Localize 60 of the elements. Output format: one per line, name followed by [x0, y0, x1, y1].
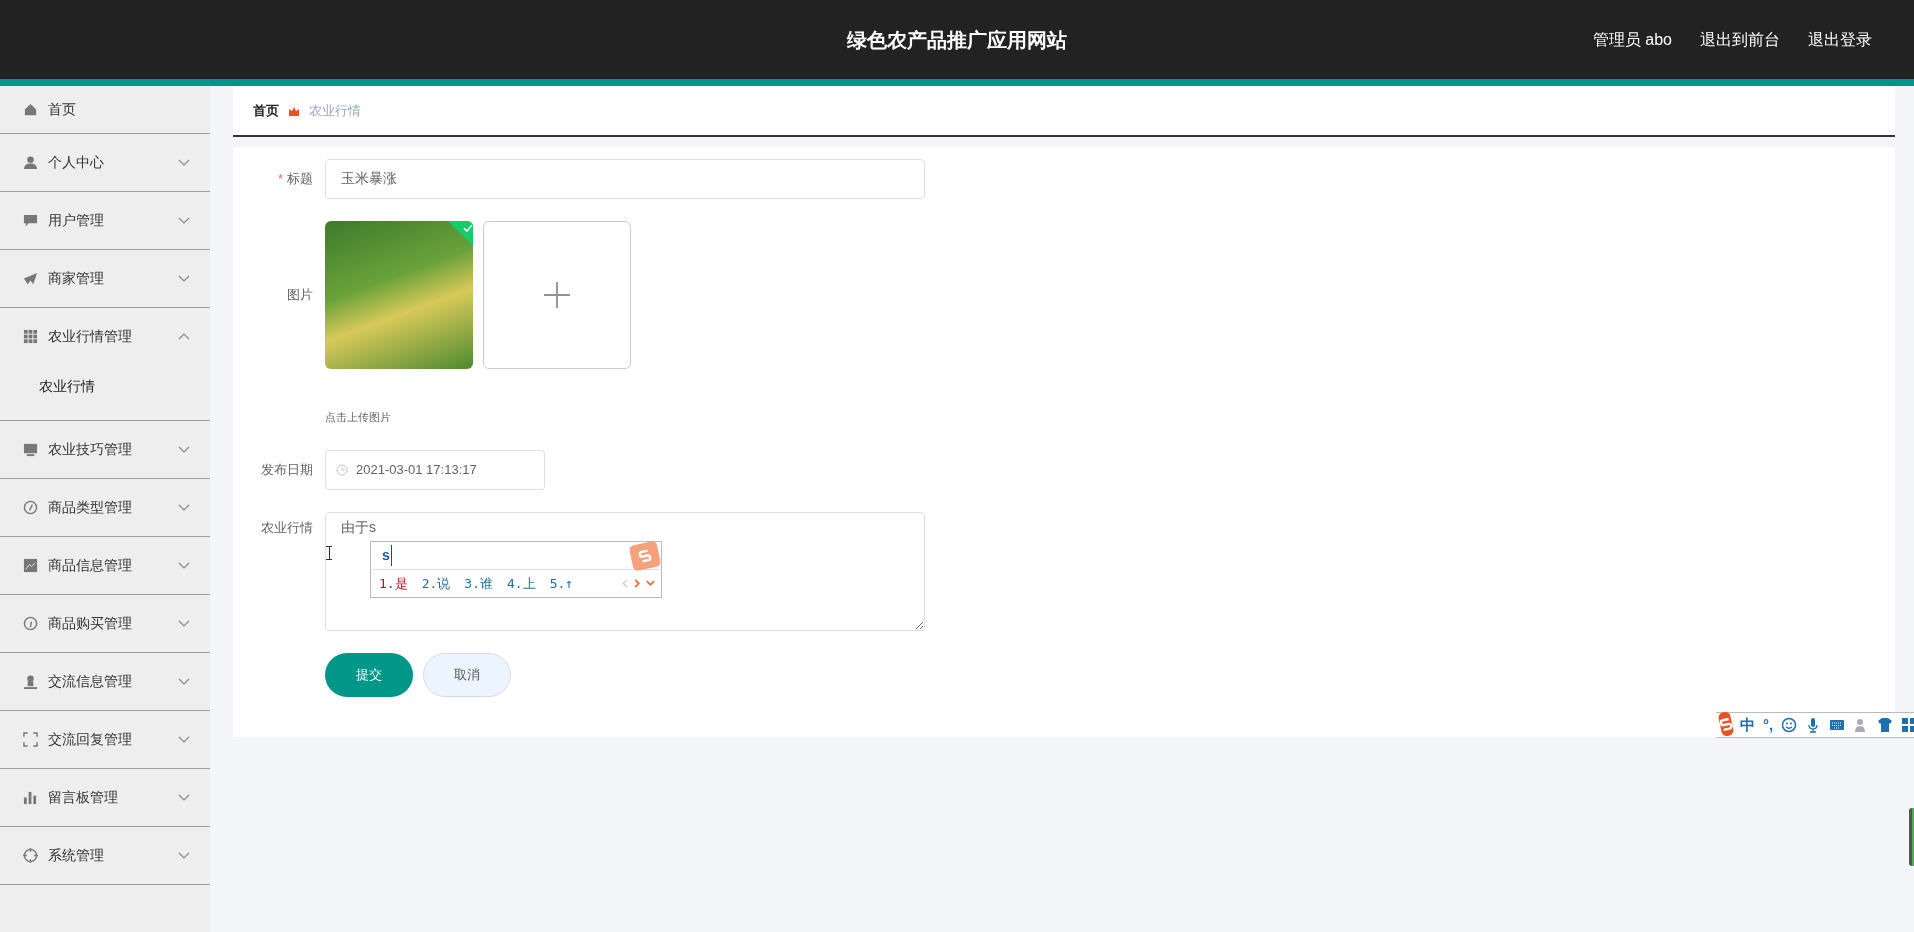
cancel-button[interactable]: 取消 — [423, 652, 511, 697]
ime-candidate[interactable]: 1.是 — [379, 573, 408, 593]
sidebar-item[interactable]: 交流回复管理 — [0, 711, 210, 768]
ime-input-text: s — [382, 544, 392, 566]
header-link[interactable]: 退出到前台 — [1700, 27, 1780, 52]
upload-hint: 点击上传图片 — [325, 410, 392, 425]
date-picker[interactable]: 2021-03-01 17:13:17 — [325, 449, 545, 490]
header-link[interactable]: 退出登录 — [1808, 27, 1872, 52]
sidebar-item[interactable]: 商品购买管理 — [0, 595, 210, 652]
sidebar-item[interactable]: 首页 — [0, 86, 210, 133]
sidebar-item[interactable]: 商品类型管理 — [0, 479, 210, 536]
home-icon — [23, 102, 38, 117]
shirt-icon[interactable] — [1877, 717, 1894, 733]
sidebar-item[interactable]: 交流信息管理 — [0, 653, 210, 710]
title-input[interactable]: 玉米暴涨 — [325, 159, 925, 199]
sidebar-item[interactable]: 农业技巧管理 — [0, 421, 210, 478]
sidebar-item[interactable]: 系统管理 — [0, 827, 210, 884]
chevron-down-icon[interactable] — [646, 580, 655, 587]
smiley-icon[interactable] — [1781, 717, 1798, 733]
next-page-icon[interactable] — [634, 578, 640, 588]
crosshair-icon — [23, 848, 38, 863]
sidebar-item[interactable]: 留言板管理 — [0, 769, 210, 826]
field-label: 标题 — [287, 171, 313, 186]
side-widget-drawing — [1909, 808, 1914, 866]
required-asterisk: * — [277, 171, 283, 186]
text-cursor-icon — [326, 546, 332, 560]
gauge-icon — [23, 616, 38, 631]
sidebar-item[interactable]: 商品信息管理 — [0, 537, 210, 594]
person-icon — [23, 155, 38, 170]
paper-plane-icon — [23, 271, 38, 286]
breadcrumb-item[interactable]: 首页 — [253, 100, 279, 121]
sidebar-item[interactable]: 个人中心 — [0, 134, 210, 191]
grid-icon — [23, 329, 38, 344]
ime-candidate[interactable]: 5.↑ — [549, 573, 574, 593]
chat-icon — [23, 213, 38, 228]
input-mode-toggle[interactable]: 中 — [1740, 713, 1755, 737]
field-label: 发布日期 — [261, 461, 313, 477]
frame-corners-icon — [23, 732, 38, 747]
punctuation-toggle[interactable]: °, — [1763, 713, 1774, 737]
site-title: 绿色农产品推广应用网站 — [847, 27, 1067, 53]
clock-icon — [336, 463, 348, 476]
field-label: 农业行情 — [261, 519, 313, 535]
chart-icon — [23, 558, 38, 573]
ime-candidate[interactable]: 4.上 — [506, 573, 536, 593]
plus-icon — [544, 282, 570, 308]
monitor-icon — [23, 442, 38, 457]
admin-username[interactable]: 管理员 abo — [1592, 27, 1672, 52]
field-label: 图片 — [287, 287, 313, 302]
stamp-icon — [23, 674, 38, 689]
ime-candidate[interactable]: 3.谁 — [464, 573, 493, 593]
sidebar-item[interactable]: 用户管理 — [0, 192, 210, 249]
submit-button[interactable]: 提交 — [325, 652, 413, 697]
sidebar-item[interactable]: 商家管理 — [0, 250, 210, 307]
ime-candidate[interactable]: 2.说 — [421, 573, 451, 593]
breadcrumb-item: 农业行情 — [309, 101, 361, 120]
keyboard-icon[interactable] — [1829, 717, 1846, 733]
compass-icon — [23, 500, 38, 515]
crown-icon — [289, 105, 299, 116]
grid-icon[interactable] — [1901, 717, 1914, 733]
bar-chart-icon — [23, 790, 38, 805]
